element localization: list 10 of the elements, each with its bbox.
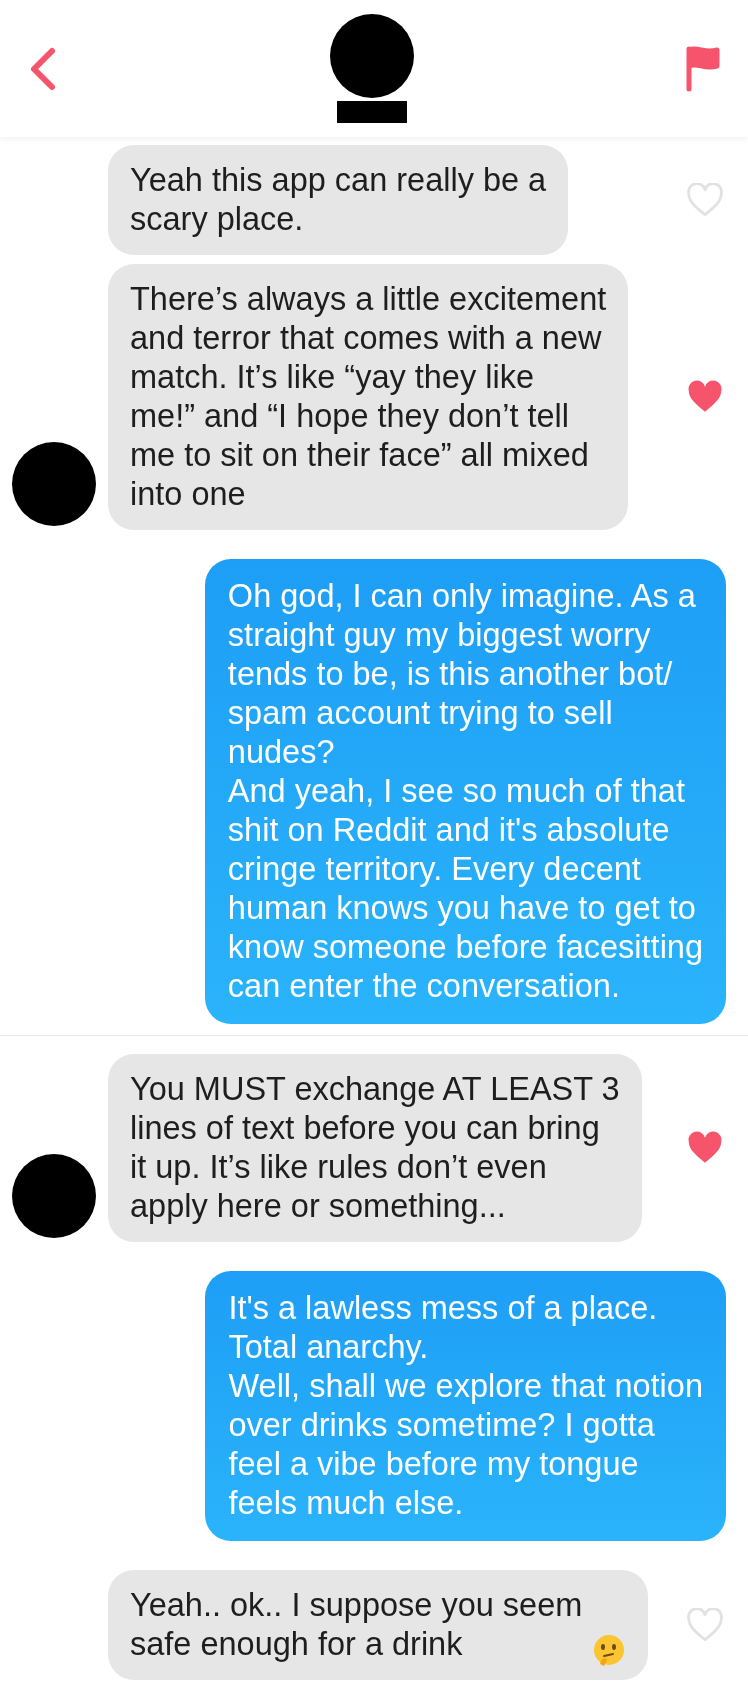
message-text: It's a lawless mess of a place. Total anarchy. Well, shall we explore that notion over drinks sometime? I gotta feel a vibe before my tongue feels much else. [228,1289,703,1523]
heart-icon[interactable] [686,380,724,414]
redaction-bar [337,101,407,123]
message-text: There’s always a little excitement and terror that comes with a new match. It’s like “yay they like me!” and “I hope they don’t tell me to sit on their face” all mixed into one [130,280,607,514]
heart-icon[interactable] [686,1131,724,1165]
message-text: Oh god, I can only imagine. As a straight guy my biggest worry tends to be, is this another bot/ spam account trying to sell nudes? And yeah, I see so much of that shit on Reddit and it's absolute cringe territory. Every decent human knows you have to get to know someone before facesitting can enter the conversation. [227,577,703,1006]
message-text: Yeah.. ok.. I suppose you seem safe enough for a drink [130,1586,583,1664]
flag-icon[interactable] [686,45,720,92]
message-text: You MUST exchange AT LEAST 3 lines of text before you can bring it up. It’s like rules don’t even apply here or something... [130,1070,620,1226]
message-text: Yeah this app can really be a scary place. [130,161,547,239]
